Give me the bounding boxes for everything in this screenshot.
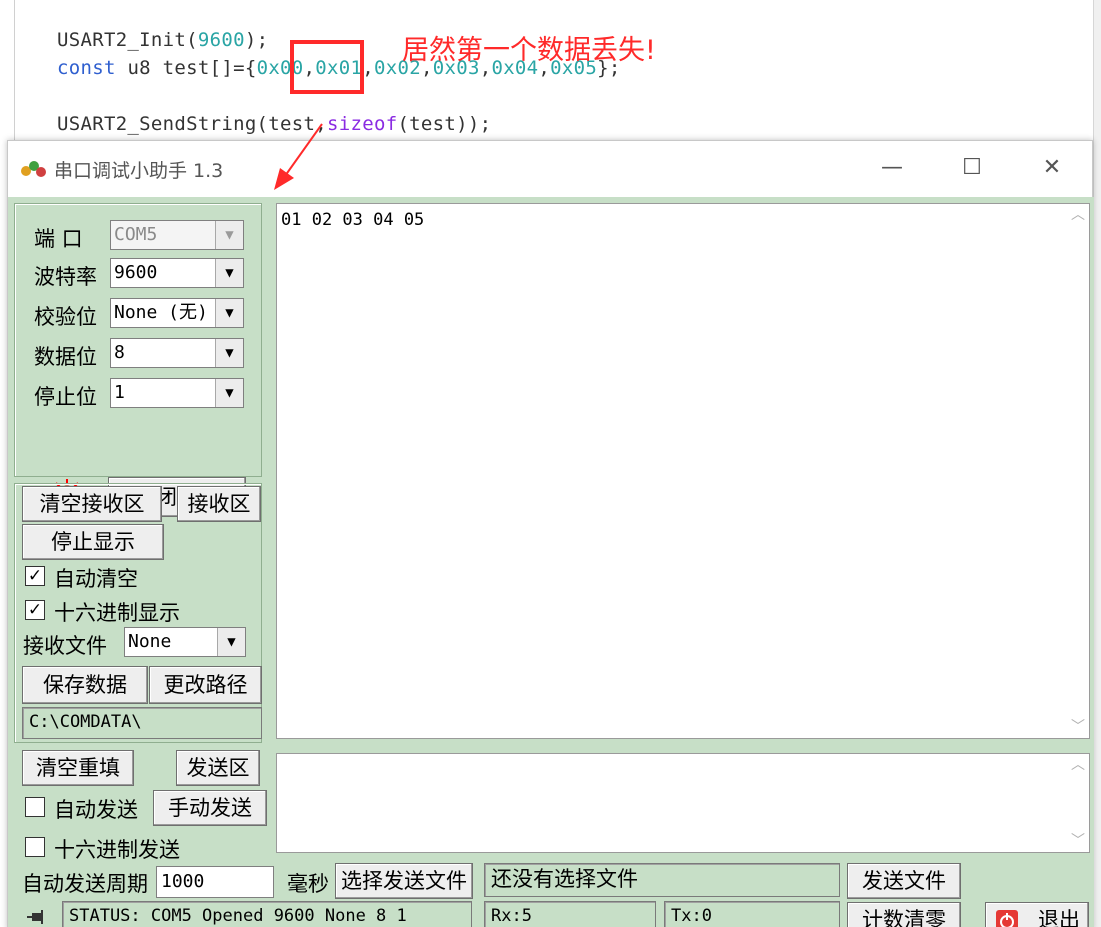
serial-assistant-window: 串口调试小助手 1.3 — ☐ ✕ 端 口 COM5 ▼ 波特率 9600 ▼ 校验… <box>7 140 1094 927</box>
annotation-text: 居然第一个数据丢失! <box>402 35 656 66</box>
chevron-down-icon: ▼ <box>215 259 243 287</box>
chevron-down-icon: ▼ <box>215 221 243 249</box>
send-period-label: 自动发送周期 <box>22 872 148 896</box>
hex-display-checkbox[interactable]: ✓ <box>25 600 45 620</box>
check-icon: ✓ <box>27 600 43 620</box>
databits-select-value: 8 <box>114 342 125 363</box>
app-icon <box>21 161 46 177</box>
hex-send-label: 十六进制发送 <box>54 838 180 862</box>
scroll-down-icon[interactable]: ﹀ <box>1067 716 1089 738</box>
chevron-down-icon: ▼ <box>217 628 245 656</box>
send-file-status: 还没有选择文件 <box>484 863 840 897</box>
status-bar-text: STATUS: COM5 Opened 9600 None 8 1 <box>62 901 472 927</box>
receive-file-value: None <box>128 631 172 652</box>
pin-icon[interactable] <box>26 908 48 927</box>
port-label: 端 口 <box>34 227 83 251</box>
chevron-down-icon: ▼ <box>215 379 243 407</box>
exit-label: 退出 <box>1038 908 1080 927</box>
code-line-send: USART2_SendString(test,sizeof(test)); <box>57 113 491 135</box>
rx-count: Rx:5 <box>484 901 656 927</box>
scroll-up-icon[interactable]: ︿ <box>1067 204 1089 226</box>
ms-label: 毫秒 <box>287 872 329 896</box>
code-decl: u8 test[]={ <box>115 57 257 79</box>
receive-scrollbar[interactable]: ︿ ﹀ <box>1067 204 1089 738</box>
minimize-button[interactable]: — <box>872 151 912 185</box>
save-data-button[interactable]: 保存数据 <box>22 666 148 704</box>
send-scrollbar[interactable]: ︿ ﹀ <box>1067 754 1089 852</box>
receive-text-area[interactable]: 01 02 03 04 05 ︿ ﹀ <box>276 203 1090 739</box>
stop-display-button[interactable]: 停止显示 <box>22 524 164 560</box>
code-line-init: USART2_Init(9600); <box>57 29 268 51</box>
parity-select[interactable]: None (无) ▼ <box>110 298 244 328</box>
tx-count: Tx:0 <box>664 901 840 927</box>
chevron-down-icon: ▼ <box>215 339 243 367</box>
code-fn-init: USART2_Init( <box>57 29 198 51</box>
editor-right-edge <box>1093 0 1101 927</box>
receive-file-label: 接收文件 <box>23 634 107 658</box>
baud-label: 波特率 <box>34 265 97 289</box>
code-tail: ); <box>244 29 269 51</box>
auto-clear-label: 自动清空 <box>54 567 138 591</box>
window-title: 串口调试小助手 1.3 <box>54 160 224 182</box>
code-keyword-const: const <box>57 57 116 79</box>
manual-send-button[interactable]: 手动发送 <box>153 790 267 826</box>
port-select[interactable]: COM5 ▼ <box>110 220 244 250</box>
code-keyword-sizeof: sizeof <box>327 113 398 135</box>
hex-display-label: 十六进制显示 <box>54 601 180 625</box>
change-path-button[interactable]: 更改路径 <box>149 666 262 704</box>
port-select-value: COM5 <box>114 224 158 245</box>
title-bar[interactable]: 串口调试小助手 1.3 — ☐ ✕ <box>8 141 1092 197</box>
parity-select-value: None (无) <box>114 302 208 323</box>
parity-label: 校验位 <box>34 305 97 329</box>
databits-select[interactable]: 8 ▼ <box>110 338 244 368</box>
send-area-button[interactable]: 发送区 <box>176 750 260 786</box>
power-icon <box>996 910 1018 927</box>
save-path-display: C:\COMDATA\ <box>22 707 262 739</box>
choose-send-file-button[interactable]: 选择发送文件 <box>335 863 473 899</box>
auto-clear-checkbox[interactable]: ✓ <box>25 566 45 586</box>
baud-select[interactable]: 9600 ▼ <box>110 258 244 288</box>
annotation-highlight-box <box>290 40 364 94</box>
maximize-button[interactable]: ☐ <box>952 151 992 185</box>
exit-button[interactable]: 退出 <box>985 902 1089 927</box>
receive-content: 01 02 03 04 05 <box>281 210 425 230</box>
receive-area-button[interactable]: 接收区 <box>177 486 261 522</box>
code-tail: (test)); <box>397 113 492 135</box>
send-file-button[interactable]: 发送文件 <box>847 863 961 899</box>
clear-count-button[interactable]: 计数清零 <box>847 902 961 927</box>
auto-send-label: 自动发送 <box>54 798 138 822</box>
clear-send-button[interactable]: 清空重填 <box>22 750 134 786</box>
close-window-button[interactable]: ✕ <box>1032 151 1072 185</box>
scroll-up-icon[interactable]: ︿ <box>1067 754 1089 776</box>
databits-label: 数据位 <box>34 345 97 369</box>
stopbits-select-value: 1 <box>114 382 125 403</box>
chevron-down-icon: ▼ <box>215 299 243 327</box>
window-client-area: 端 口 COM5 ▼ 波特率 9600 ▼ 校验位 None (无) ▼ 数据位 8 ▼… <box>8 197 1094 927</box>
scroll-down-icon[interactable]: ﹀ <box>1067 830 1089 852</box>
hex-send-checkbox[interactable] <box>25 837 45 857</box>
baud-select-value: 9600 <box>114 262 158 283</box>
stopbits-label: 停止位 <box>34 385 97 409</box>
send-text-area[interactable]: ︿ ﹀ <box>276 753 1090 853</box>
clear-receive-button[interactable]: 清空接收区 <box>22 486 162 522</box>
auto-send-checkbox[interactable] <box>25 797 45 817</box>
check-icon: ✓ <box>27 566 43 586</box>
code-fn-send: USART2_SendString(test, <box>57 113 327 135</box>
send-period-input[interactable]: 1000 <box>156 866 274 898</box>
receive-file-select[interactable]: None ▼ <box>124 627 246 657</box>
code-arg-baud: 9600 <box>197 29 245 51</box>
stopbits-select[interactable]: 1 ▼ <box>110 378 244 408</box>
